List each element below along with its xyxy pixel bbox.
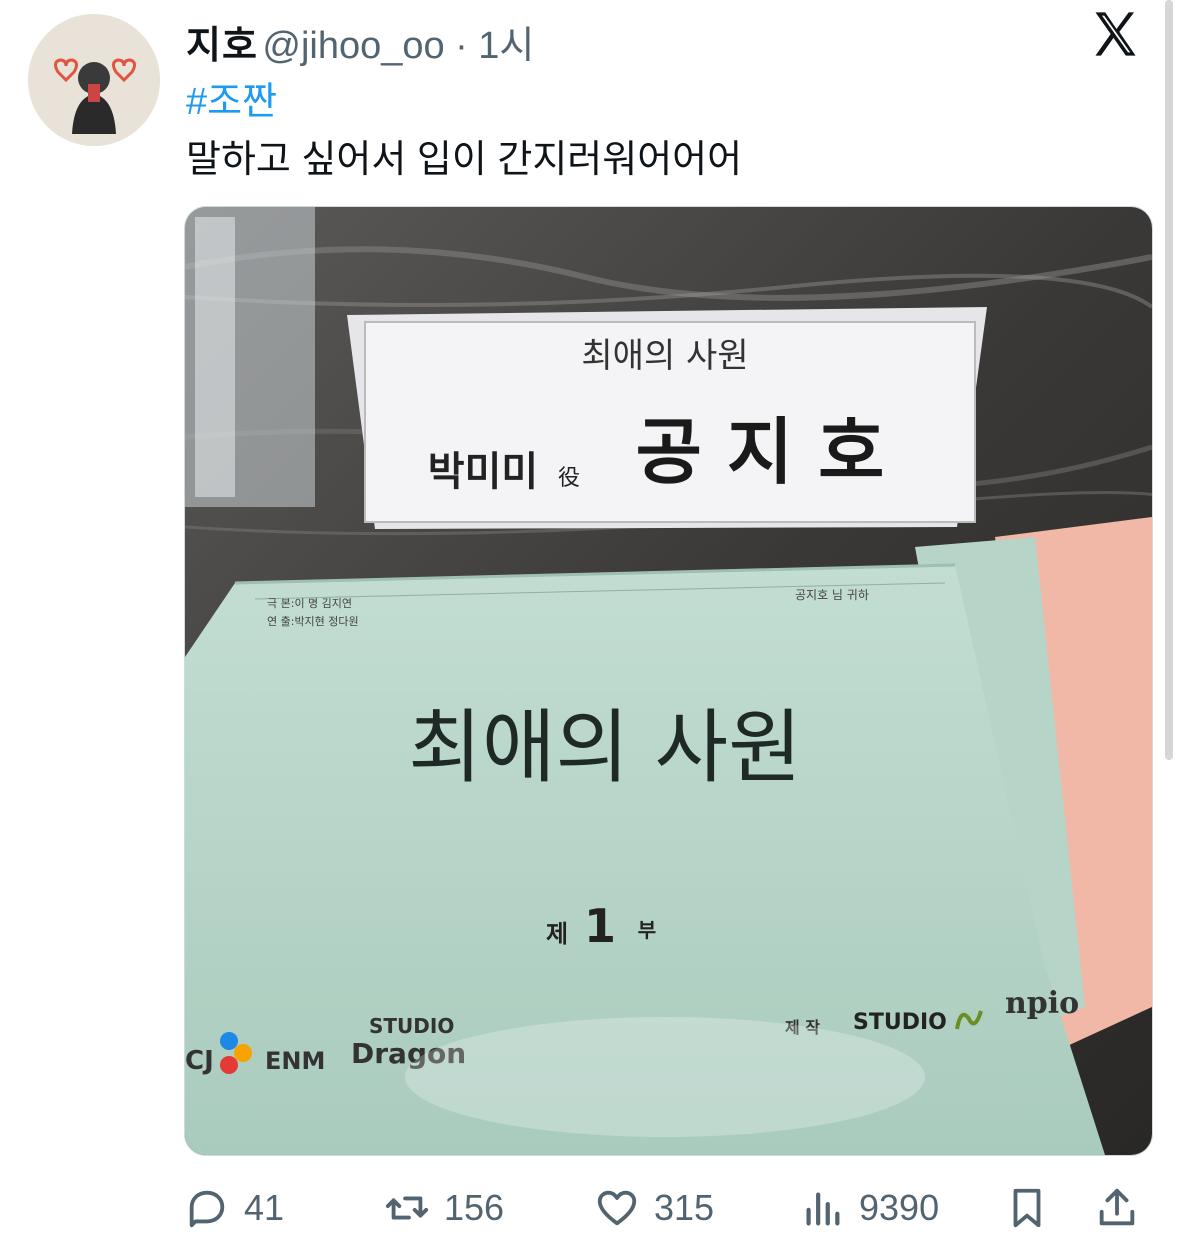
post-media-photo[interactable]: 최애의 사원 박미미 役 공 지 호 극 본:이 명 김지연 연 출:박지현 정… <box>184 206 1153 1156</box>
hashtag-link[interactable]: #조짠 <box>186 70 277 125</box>
nameplate-actor: 공 지 호 <box>636 410 885 494</box>
x-logo-icon[interactable] <box>1089 8 1141 60</box>
share-button[interactable] <box>1094 1178 1154 1238</box>
nameplate-role-suffix: 役 <box>558 466 580 491</box>
post-time[interactable]: 1시 <box>478 25 534 67</box>
script-header-left-2: 연 출:박지현 정다원 <box>267 615 359 628</box>
enm-logo-text: ENM <box>265 1047 325 1075</box>
action-bar: 41 156 315 9390 <box>184 1178 1154 1238</box>
studio-dragon-top: STUDIO <box>369 1014 454 1038</box>
reply-button[interactable]: 41 <box>184 1178 284 1238</box>
scrollbar[interactable] <box>1165 0 1173 760</box>
reply-count: 41 <box>244 1187 285 1228</box>
heart-icon <box>597 1190 637 1226</box>
repost-count: 156 <box>444 1187 505 1228</box>
view-count: 9390 <box>859 1187 940 1228</box>
cj-logo-icon <box>220 1032 238 1050</box>
views-button[interactable]: 9390 <box>799 1178 939 1238</box>
avatar[interactable] <box>28 14 160 146</box>
separator: · <box>455 25 468 67</box>
production-studio: STUDIO <box>853 1010 947 1035</box>
repost-icon <box>385 1196 429 1220</box>
nameplate-title: 최애의 사원 <box>581 336 748 376</box>
post-text: 말하고 싶어서 입이 간지러워어어어 <box>186 139 743 181</box>
episode-prefix: 제 <box>546 920 568 948</box>
reply-icon <box>189 1190 225 1228</box>
cj-logo-text: CJ <box>185 1046 214 1076</box>
post-header: 지호 @jihoo_oo · 1시 <box>186 14 1099 67</box>
production-pio: npio <box>1005 986 1079 1021</box>
episode-number: 1 <box>584 899 616 953</box>
author-handle[interactable]: @jihoo_oo <box>262 25 444 67</box>
like-button[interactable]: 315 <box>594 1178 714 1238</box>
episode-suffix: 부 <box>638 918 656 942</box>
avatar-image <box>28 14 160 146</box>
analytics-icon <box>806 1192 840 1226</box>
bookmark-button[interactable] <box>1004 1178 1064 1238</box>
like-count: 315 <box>654 1187 715 1228</box>
author-name[interactable]: 지호 <box>186 25 258 67</box>
script-cover: 극 본:이 명 김지연 연 출:박지현 정다원 공지호 님 귀하 최애의 사원 … <box>185 563 1105 1155</box>
nameplate-role: 박미미 <box>428 449 538 495</box>
nameplate: 최애의 사원 박미미 役 공 지 호 <box>347 307 987 529</box>
script-header-left-1: 극 본:이 명 김지연 <box>267 597 352 610</box>
share-icon <box>1099 1188 1135 1226</box>
script-title: 최애의 사원 <box>408 701 801 794</box>
bookmark-icon <box>1013 1188 1041 1228</box>
script-header-right: 공지호 님 귀하 <box>795 588 869 602</box>
repost-button[interactable]: 156 <box>384 1178 504 1238</box>
